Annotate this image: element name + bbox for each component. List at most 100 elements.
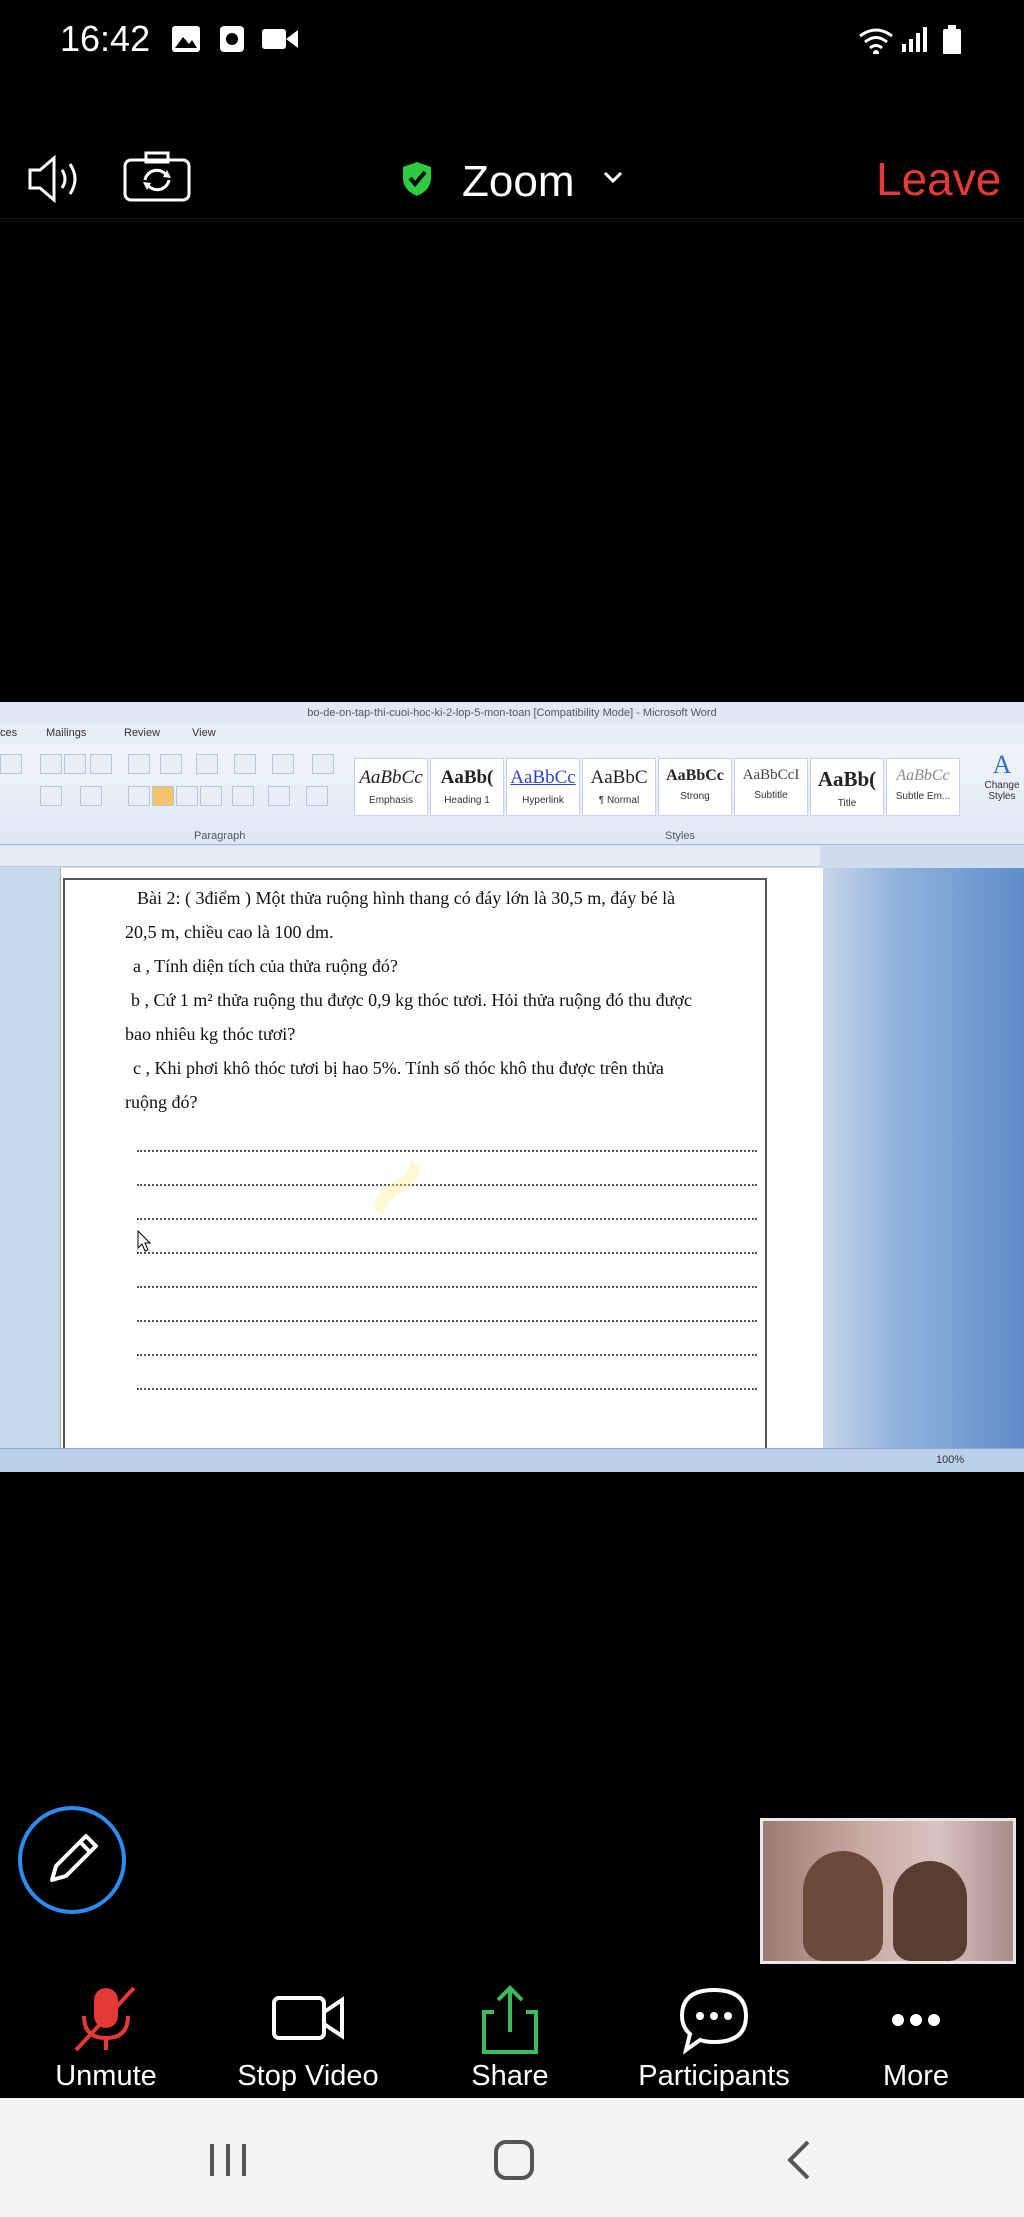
doc-line: c , Khi phơi khô thóc tươi bị hao 5%. Tí…: [133, 1058, 664, 1078]
multilevel-icon: [196, 754, 218, 774]
back-icon[interactable]: [784, 2138, 814, 2182]
divider: [0, 218, 1024, 219]
share-upload-icon: [482, 1985, 538, 2054]
style-sample: AaBbCc: [510, 767, 576, 788]
share-label: Share: [471, 2060, 549, 2092]
chevron-down-icon[interactable]: [602, 170, 624, 186]
borders-icon: [306, 786, 328, 806]
align-right-icon: [176, 786, 198, 806]
style-subtle-emphasis: AaBbCc Subtle Em...: [886, 758, 960, 816]
paragraph-group-label: Paragraph: [194, 830, 246, 842]
speaker-icon[interactable]: [26, 152, 90, 206]
document-page: Bài 2: ( 3điểm ) Một thửa ruộng hình tha…: [60, 868, 823, 1472]
muted-microphone-icon: [74, 1986, 136, 2052]
doc-line: bao nhiêu kg thóc tươi?: [125, 1024, 296, 1044]
dotted-answer-line: [137, 1150, 757, 1152]
align-left-icon: [128, 786, 150, 806]
indent-icon: [234, 754, 256, 774]
bullets-icon: [128, 754, 150, 774]
style-name: Subtle Em...: [895, 791, 951, 802]
annotate-button[interactable]: [18, 1806, 126, 1914]
ribbon-tab: Review: [124, 727, 161, 739]
video-camera-icon: [272, 1996, 344, 2040]
video-camera-status-icon: [262, 29, 298, 49]
document-area: Bài 2: ( 3điểm ) Một thửa ruộng hình tha…: [0, 868, 1024, 1472]
battery-icon: [943, 25, 961, 54]
recent-apps-icon[interactable]: [206, 2140, 252, 2180]
switch-camera-icon[interactable]: [122, 150, 192, 204]
signal-icon: [902, 27, 927, 52]
style-name: ¶ Normal: [598, 795, 640, 806]
change-styles-label: Change Styles: [984, 780, 1020, 802]
clear-format-icon: [90, 754, 112, 774]
word-ribbon: Paragraph Styles AaBbCc Emphasis AaBb(Hea…: [0, 744, 1024, 845]
style-heading-1: AaBb(Heading 1: [430, 758, 504, 816]
style-name: Title: [837, 798, 857, 809]
dotted-answer-line: [137, 1252, 757, 1254]
doc-line: b , Cứ 1 m² thửa ruộng thu được 0,9 kg t…: [131, 990, 692, 1010]
more-button[interactable]: More: [826, 1984, 1006, 2096]
shrink-font-icon: [64, 754, 86, 774]
grow-font-icon: [40, 754, 62, 774]
style-sample: AaBbC: [590, 767, 648, 788]
style-title: AaBb( Title: [810, 758, 884, 816]
change-styles-button: A Change Styles: [980, 750, 1024, 830]
style-sample: AaBbCcI: [742, 767, 800, 783]
dotted-answer-line: [137, 1354, 757, 1356]
style-sample: AaBbCc: [896, 767, 950, 784]
share-button[interactable]: Share: [420, 1984, 600, 2096]
screen-record-icon: [220, 26, 244, 52]
style-sample: AaBbCc: [666, 767, 724, 784]
ribbon-tab: ces: [0, 727, 18, 739]
style-name: Emphasis: [369, 795, 413, 806]
dotted-answer-line: [137, 1320, 757, 1322]
ruler: [0, 846, 820, 867]
dotted-answer-line: [137, 1388, 757, 1390]
home-icon[interactable]: [492, 2138, 536, 2182]
style-name: Subtitle: [754, 790, 788, 801]
numbering-icon: [160, 754, 182, 774]
shading-icon: [268, 786, 290, 806]
doc-line: ruộng đó?: [125, 1092, 198, 1112]
line-spacing-icon: [232, 786, 254, 806]
style-sample: AaBb(: [817, 767, 877, 791]
pencil-icon: [50, 1834, 98, 1882]
style-sample: AaBb(: [440, 767, 494, 788]
wifi-icon: [859, 28, 893, 54]
word-ribbon-tabs: ces Mailings Review View: [0, 724, 1024, 744]
mouse-cursor-icon: [137, 1230, 151, 1252]
justify-icon: [200, 786, 222, 806]
sort-icon: [272, 754, 294, 774]
font-size-box: [0, 754, 22, 774]
style-emphasis: AaBbCc Emphasis: [354, 758, 428, 816]
doc-line: a , Tính diện tích của thửa ruộng đó?: [133, 956, 398, 976]
meeting-title[interactable]: Zoom: [462, 157, 574, 207]
unmute-label: Unmute: [55, 2060, 157, 2092]
style-sample: AaBbCc: [359, 767, 423, 788]
word-title-bar: bo-de-on-tap-thi-cuoi-hoc-ki-2-lop-5-mon…: [0, 702, 1024, 724]
style-name: Hyperlink: [522, 795, 564, 806]
ribbon-tab: Mailings: [46, 727, 87, 739]
style-normal: AaBbC ¶ Normal: [582, 758, 656, 816]
dotted-answer-line: [137, 1286, 757, 1288]
self-video-thumbnail[interactable]: [760, 1818, 1016, 1964]
participants-button[interactable]: Participants: [624, 1984, 804, 2096]
shared-screen: bo-de-on-tap-thi-cuoi-hoc-ki-2-lop-5-mon…: [0, 702, 1024, 1472]
chat-bubble-icon: [679, 1987, 749, 2055]
person-figure: [803, 1851, 883, 1961]
more-dots-icon: [892, 2014, 940, 2026]
more-label: More: [882, 2060, 950, 2092]
android-nav-bar: [0, 2098, 1024, 2217]
ribbon-tab: View: [192, 727, 216, 739]
unmute-button[interactable]: Unmute: [16, 1984, 196, 2096]
shield-check-icon: [403, 162, 431, 196]
gallery-icon: [172, 26, 200, 52]
participants-label: Participants: [638, 2060, 790, 2092]
styles-group-label: Styles: [665, 830, 695, 842]
status-time: 16:42: [60, 18, 151, 59]
zoom-level: 100%: [936, 1454, 965, 1466]
highlight-icon: [40, 786, 62, 806]
leave-button[interactable]: Leave: [876, 152, 1001, 206]
stop-video-button[interactable]: Stop Video: [218, 1984, 398, 2096]
doc-line: 20,5 m, chiều cao là 100 dm.: [125, 922, 334, 942]
